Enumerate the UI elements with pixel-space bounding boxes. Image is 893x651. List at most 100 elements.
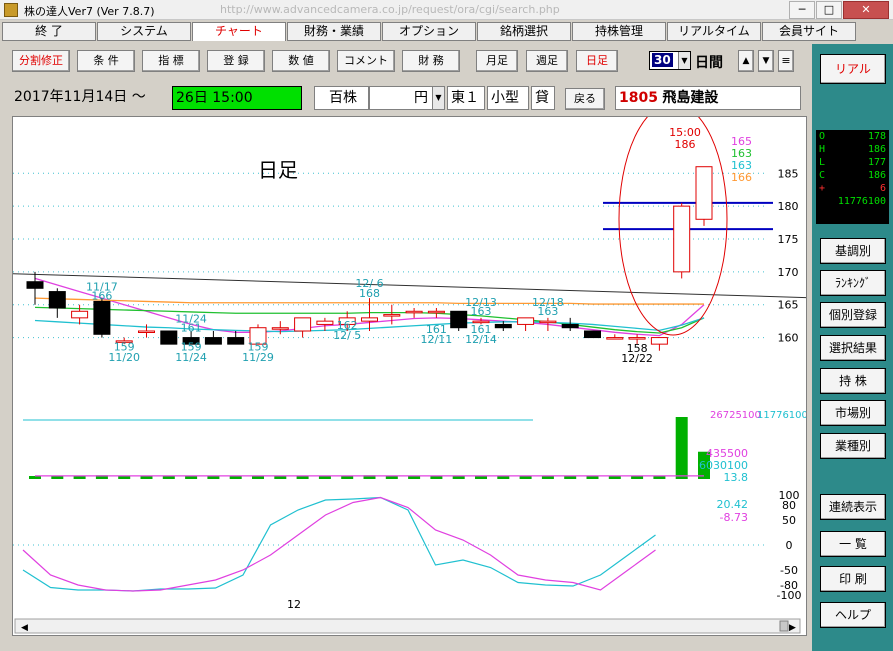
info-bar: 2017年11月14日 ～ 26日 15:00 百株 円 ▼ 東１ 小型 貸 戻… xyxy=(9,84,811,112)
candle-body xyxy=(494,323,512,329)
share-unit: 百株 xyxy=(314,86,369,110)
individual-register-button[interactable]: 個別登録 xyxy=(820,302,886,328)
ohlc-key: O xyxy=(819,131,826,142)
menu-bar: 終 了 システム チャート 財務・業績 オプション 銘柄選択 持株管理 リアルタ… xyxy=(0,21,893,42)
menu-chart[interactable]: チャート xyxy=(192,22,286,41)
candle-body xyxy=(383,314,401,317)
print-button[interactable]: 印 刷 xyxy=(820,566,886,592)
down-arrow-icon[interactable]: ▼ xyxy=(758,50,774,72)
candle-body xyxy=(160,330,178,345)
numeric-button[interactable]: 数 値 xyxy=(272,50,330,72)
register-button[interactable]: 登 録 xyxy=(207,50,265,72)
indicator-button[interactable]: 指 標 xyxy=(142,50,200,72)
window-url: http://www.advancedcamera.co.jp/request/… xyxy=(220,3,560,16)
menu-system[interactable]: システム xyxy=(97,22,191,41)
chart-area[interactable]: 160 165 170 175 180 185 11/17 166 159 11/20 11/24 1… xyxy=(12,102,808,636)
scrollbar-thumb xyxy=(779,620,789,632)
condition-button[interactable]: 条 件 xyxy=(77,50,135,72)
candle-body xyxy=(294,317,312,332)
osc-k-line xyxy=(22,496,656,592)
chart-period-label: 日足 xyxy=(258,158,298,182)
candle-body xyxy=(316,320,334,325)
trend-line xyxy=(12,273,807,299)
dropdown-arrow-icon[interactable]: ▼ xyxy=(432,87,444,109)
lending-label: 貸 xyxy=(531,86,555,110)
ohlc-readout: O 178 H 186 L 177 C 186 +6 11776100 xyxy=(816,130,889,224)
stock-chart: 16016517017518018511/1716615911/2011/241… xyxy=(12,102,808,634)
y-tick-label: 170 xyxy=(778,266,799,279)
candle-body xyxy=(628,337,646,340)
scroll-left-icon: ◀ xyxy=(21,623,28,633)
ohlc-high: 186 xyxy=(867,144,886,155)
price-annotation: 12/11 xyxy=(421,333,453,346)
app-icon xyxy=(4,3,18,17)
period-select[interactable]: 30 ▼ xyxy=(649,51,691,70)
y-tick-label: 160 xyxy=(778,332,799,345)
candle-body xyxy=(427,310,445,314)
price-annotation: 11/29 xyxy=(242,351,274,364)
split-adjust-button[interactable]: 分割修正 xyxy=(12,50,70,72)
ohlc-low: 177 xyxy=(867,157,886,168)
title-bar: 株の達人Ver7 (Ver 7.8.7) http://www.advanced… xyxy=(0,0,893,20)
menu-holdings[interactable]: 持株管理 xyxy=(572,22,666,41)
continuous-display-button[interactable]: 連続表示 xyxy=(820,494,886,520)
price-annotation: 161 xyxy=(181,322,202,335)
candle-body xyxy=(450,310,468,329)
candle-body xyxy=(361,317,378,322)
osc-value-label: 20.42 xyxy=(717,498,749,511)
weekly-button[interactable]: 週足 xyxy=(526,50,568,72)
volume-value-label: 11776100 xyxy=(757,410,806,421)
dropdown-arrow-icon[interactable]: ▼ xyxy=(678,52,690,69)
price-annotation: 12/14 xyxy=(465,333,497,346)
size-label: 小型 xyxy=(487,86,529,110)
candle-body xyxy=(561,323,579,329)
holdings-button[interactable]: 持 株 xyxy=(820,368,886,394)
stock-name-box: 1805 飛島建設 xyxy=(615,86,801,110)
price-annotation: 11/20 xyxy=(108,351,140,364)
ranking-button[interactable]: ﾗﾝｷﾝｸﾞ xyxy=(820,270,886,296)
menu-icon[interactable]: ≡ xyxy=(778,50,794,72)
minimize-icon[interactable]: ─ xyxy=(789,1,815,19)
candle-body xyxy=(71,310,89,319)
maximize-icon[interactable]: □ xyxy=(816,1,842,19)
osc-tick-label: 50 xyxy=(782,514,796,527)
close-icon[interactable]: ✕ xyxy=(843,1,889,19)
up-arrow-icon[interactable]: ▲ xyxy=(738,50,754,72)
osc-value-label: -8.73 xyxy=(720,511,748,524)
menu-finance[interactable]: 財務・業績 xyxy=(287,22,381,41)
y-tick-label: 185 xyxy=(778,167,799,180)
monthly-button[interactable]: 月足 xyxy=(476,50,518,72)
menu-member-site[interactable]: 会員サイト xyxy=(762,22,856,41)
candle-body xyxy=(673,205,691,273)
price-annotation: 163 xyxy=(537,305,558,318)
back-button[interactable]: 戻る xyxy=(565,88,605,110)
scroll-right-icon: ▶ xyxy=(789,623,796,633)
ohlc-volume: 11776100 xyxy=(837,196,886,207)
ohlc-key: H xyxy=(819,144,826,155)
market-button[interactable]: 市場別 xyxy=(820,400,886,426)
candle-body xyxy=(584,330,601,339)
realtime-button[interactable]: リアル xyxy=(820,54,886,84)
menu-realtime[interactable]: リアルタイム xyxy=(667,22,761,41)
selection-result-button[interactable]: 選択結果 xyxy=(820,335,886,361)
comment-button[interactable]: コメント xyxy=(337,50,395,72)
date-range: 26日 15:00 xyxy=(172,86,302,110)
menu-exit[interactable]: 終 了 xyxy=(2,22,96,41)
stock-code: 1805 xyxy=(619,90,658,106)
ohlc-change: 6 xyxy=(879,183,886,194)
candle-body xyxy=(606,337,624,340)
menu-stock-select[interactable]: 銘柄選択 xyxy=(477,22,571,41)
help-button[interactable]: ヘルプ xyxy=(820,602,886,628)
currency-select[interactable]: 円 ▼ xyxy=(369,86,445,110)
trend-button[interactable]: 基調別 xyxy=(820,238,886,264)
horizontal-scrollbar xyxy=(14,618,801,634)
financial-button[interactable]: 財 務 xyxy=(402,50,460,72)
industry-button[interactable]: 業種別 xyxy=(820,433,886,459)
menu-option[interactable]: オプション xyxy=(382,22,476,41)
osc-tick-label: 0 xyxy=(786,539,793,552)
highlight-ellipse xyxy=(618,102,728,336)
daily-button[interactable]: 日足 xyxy=(576,50,618,72)
toolbar: 分割修正 条 件 指 標 登 録 数 値 コメント 財 務 月足 週足 日足 3… xyxy=(9,46,811,76)
list-button[interactable]: 一 覧 xyxy=(820,531,886,557)
top-value-label: 186 xyxy=(675,138,696,151)
